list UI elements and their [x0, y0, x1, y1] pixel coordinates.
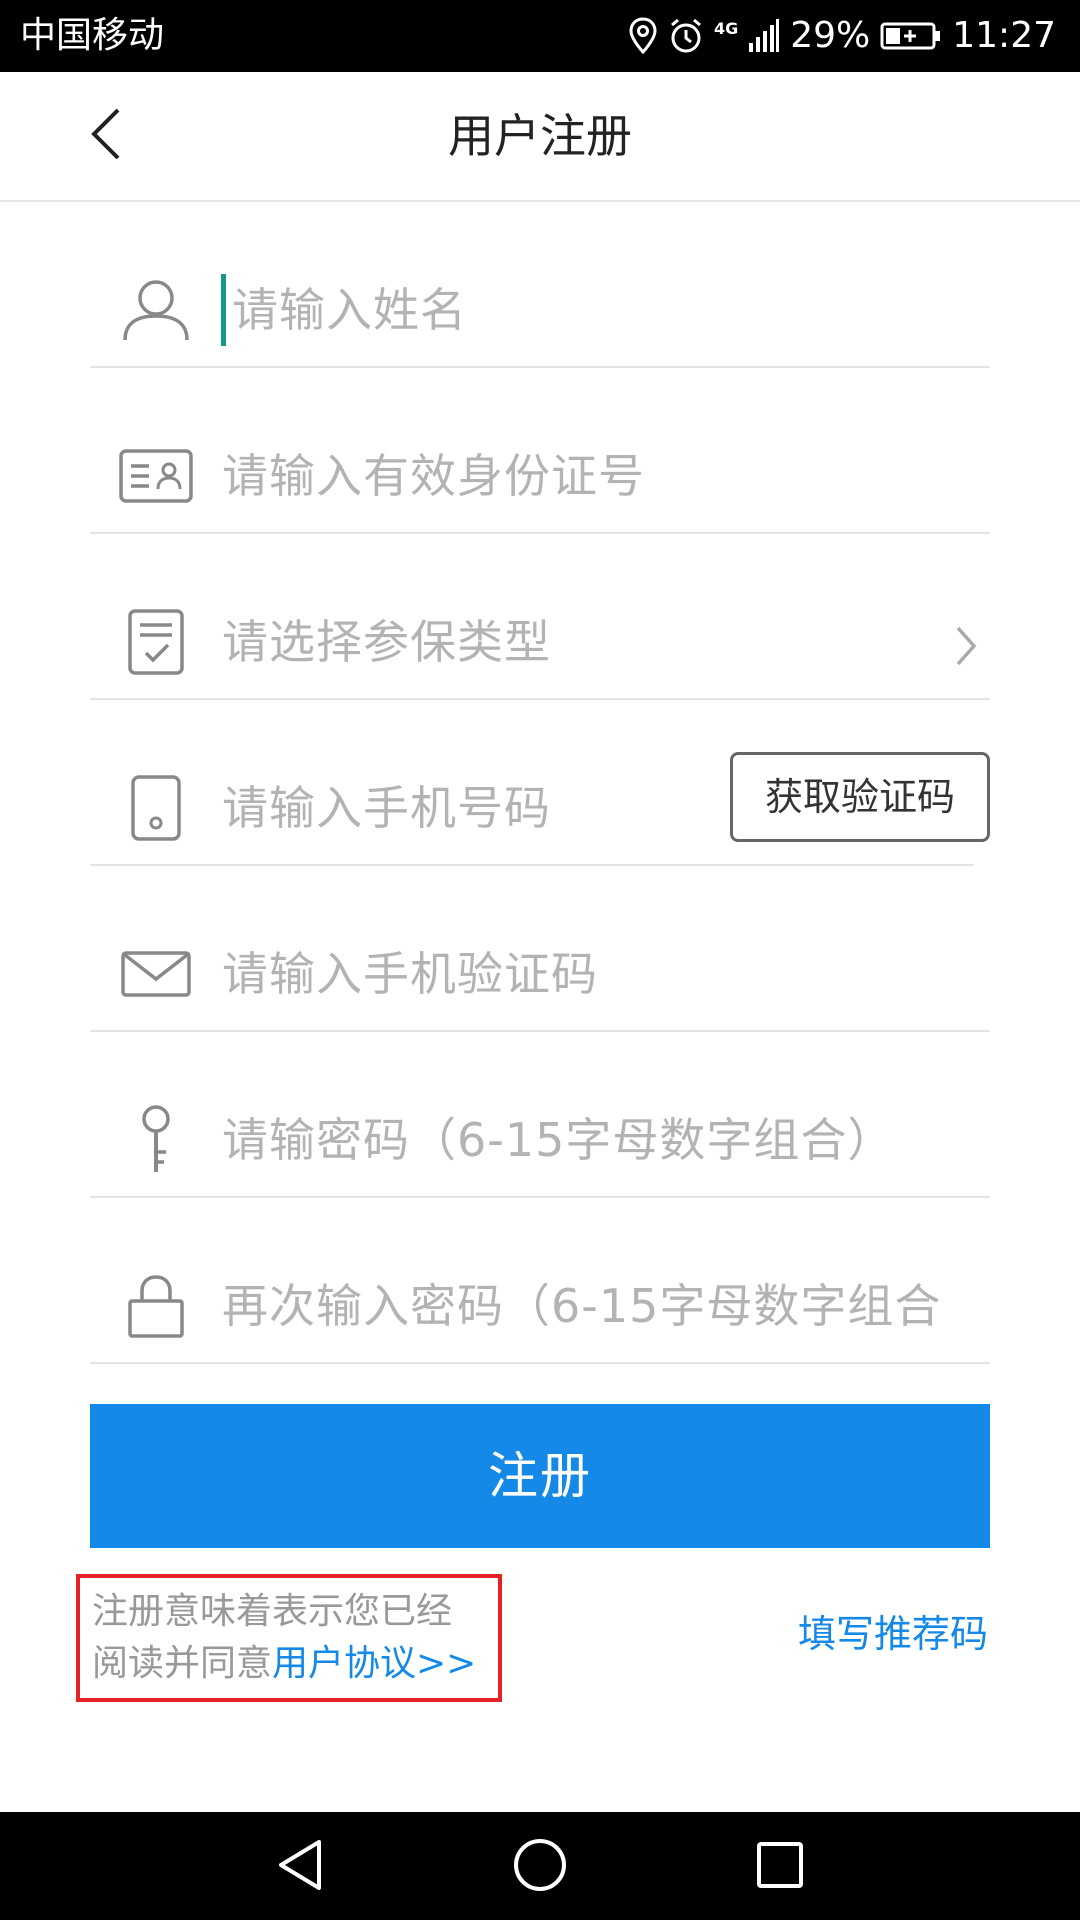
phone-row: 请输入手机号码 获取验证码: [90, 700, 990, 866]
status-icons: 4G 29% 11:27: [628, 10, 1056, 62]
confirm-password-input[interactable]: 再次输入密码（6-15字母数字组合: [222, 1270, 990, 1342]
battery-percent: 29%: [790, 15, 871, 56]
confirm-password-row: 再次输入密码（6-15字母数字组合: [90, 1198, 990, 1364]
alarm-icon: [668, 17, 704, 55]
phone-input[interactable]: 请输入手机号码: [222, 772, 714, 844]
page-title: 用户注册: [448, 109, 632, 163]
nav-back-button[interactable]: [265, 1832, 335, 1902]
nav-recents-icon: [755, 1840, 805, 1894]
sms-code-input[interactable]: 请输入手机验证码: [222, 938, 990, 1010]
sms-code-row: 请输入手机验证码: [90, 866, 990, 1032]
password-input[interactable]: 请输密码（6-15字母数字组合）: [222, 1104, 990, 1176]
chevron-right-icon: [954, 624, 990, 668]
agreement-line-2: 阅读并同意用户协议>>: [92, 1638, 486, 1690]
checklist-icon: [118, 604, 194, 680]
agreement-note: 注册意味着表示您已经 阅读并同意用户协议>>: [76, 1574, 502, 1702]
navigation-bar: [0, 1812, 1080, 1920]
id-number-row: 请输入有效身份证号: [90, 368, 990, 534]
envelope-icon: [118, 936, 194, 1012]
password-row: 请输密码（6-15字母数字组合）: [90, 1032, 990, 1198]
name-input[interactable]: 请输入姓名: [221, 274, 990, 346]
battery-icon: [880, 21, 942, 51]
signal-icon: [748, 19, 780, 53]
clock-time: 11:27: [952, 15, 1056, 56]
nav-home-icon: [512, 1837, 568, 1897]
user-agreement-link[interactable]: 用户协议>>: [272, 1643, 476, 1684]
nav-recents-button[interactable]: [745, 1832, 815, 1902]
header-bar: 用户注册: [0, 72, 1080, 202]
get-verification-code-button[interactable]: 获取验证码: [730, 752, 990, 842]
referral-code-link[interactable]: 填写推荐码: [798, 1608, 988, 1660]
network-type-label: 4G: [713, 19, 739, 38]
insurance-type-select[interactable]: 请选择参保类型: [222, 606, 990, 678]
phone-icon: [118, 770, 194, 846]
nav-back-icon: [275, 1838, 325, 1896]
lock-icon: [118, 1268, 194, 1344]
agreement-prefix: 阅读并同意: [92, 1643, 273, 1684]
registration-screen: 中国移动 4G 29% 11:27 用户注册 请输入姓名 请输入有效身份证号 请…: [0, 0, 1080, 1920]
key-icon: [118, 1102, 194, 1178]
name-row: 请输入姓名: [90, 202, 990, 368]
status-bar: 中国移动 4G 29% 11:27: [0, 0, 1080, 72]
id-card-icon: [118, 438, 194, 514]
register-button[interactable]: 注册: [90, 1404, 990, 1548]
user-icon: [118, 272, 194, 348]
insurance-type-row[interactable]: 请选择参保类型: [90, 534, 990, 700]
id-number-input[interactable]: 请输入有效身份证号: [222, 440, 990, 512]
location-icon: [628, 17, 658, 55]
agreement-line-1: 注册意味着表示您已经: [92, 1591, 453, 1632]
nav-home-button[interactable]: [505, 1832, 575, 1902]
carrier-name: 中国移动: [20, 15, 165, 56]
